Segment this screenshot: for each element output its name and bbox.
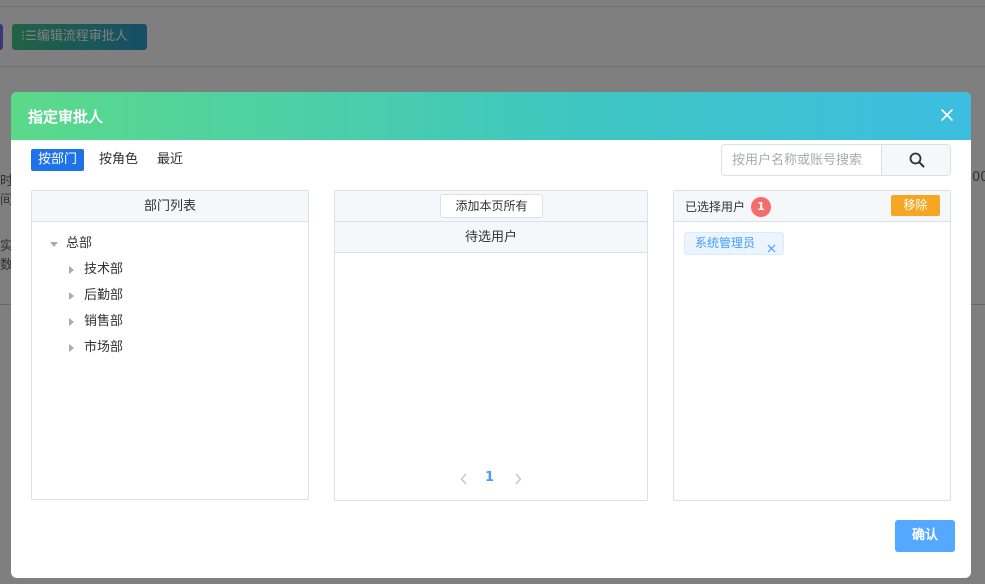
assign-approver-dialog: 指定审批人 按部门 按角色 最近 部门列表 总部 技术部 — [11, 92, 971, 578]
candidate-users-panel: 添加本页所有 待选用户 1 — [334, 190, 648, 501]
search-box — [721, 144, 951, 176]
chevron-left-icon[interactable] — [459, 473, 469, 485]
candidate-toolbar: 添加本页所有 — [335, 191, 647, 222]
tree-node-label: 总部 — [66, 236, 93, 251]
caret-right-icon[interactable] — [69, 266, 74, 274]
search-button[interactable] — [881, 145, 950, 175]
department-panel-header: 部门列表 — [32, 191, 308, 222]
selected-user-name: 系统管理员 — [695, 236, 756, 250]
tree-node-label: 技术部 — [84, 262, 124, 277]
tab-by-department[interactable]: 按部门 — [31, 149, 85, 171]
pager-page-number[interactable]: 1 — [485, 470, 494, 485]
dialog-title: 指定审批人 — [28, 108, 104, 126]
candidate-users-header: 待选用户 — [335, 222, 647, 253]
caret-down-icon[interactable] — [50, 242, 58, 247]
selected-toolbar: 已选择用户 1 移除 — [674, 191, 950, 222]
close-icon[interactable] — [767, 239, 776, 253]
caret-right-icon[interactable] — [69, 318, 74, 326]
tab-recent[interactable]: 最近 — [150, 149, 190, 171]
tab-by-role[interactable]: 按角色 — [92, 149, 145, 171]
caret-right-icon[interactable] — [69, 344, 74, 352]
caret-right-icon[interactable] — [69, 292, 74, 300]
search-input[interactable] — [722, 145, 881, 175]
department-panel: 部门列表 总部 技术部 后勤部 销售部 市场部 — [31, 190, 309, 500]
dialog-header: 指定审批人 — [11, 92, 971, 140]
tree-node-label: 后勤部 — [84, 288, 124, 303]
search-icon — [909, 152, 925, 168]
confirm-button[interactable]: 确认 — [895, 520, 955, 552]
close-icon[interactable] — [939, 107, 955, 123]
selected-count-badge: 1 — [751, 197, 771, 217]
selected-users-panel: 已选择用户 1 移除 系统管理员 — [673, 190, 951, 501]
tree-node-label: 市场部 — [84, 340, 124, 355]
chevron-right-icon[interactable] — [513, 473, 523, 485]
selected-user-tag: 系统管理员 — [684, 232, 785, 255]
tree-node-label: 销售部 — [84, 314, 124, 329]
add-all-on-page-button[interactable]: 添加本页所有 — [440, 194, 543, 218]
selected-users-label: 已选择用户 — [685, 200, 746, 214]
remove-button[interactable]: 移除 — [891, 195, 940, 216]
